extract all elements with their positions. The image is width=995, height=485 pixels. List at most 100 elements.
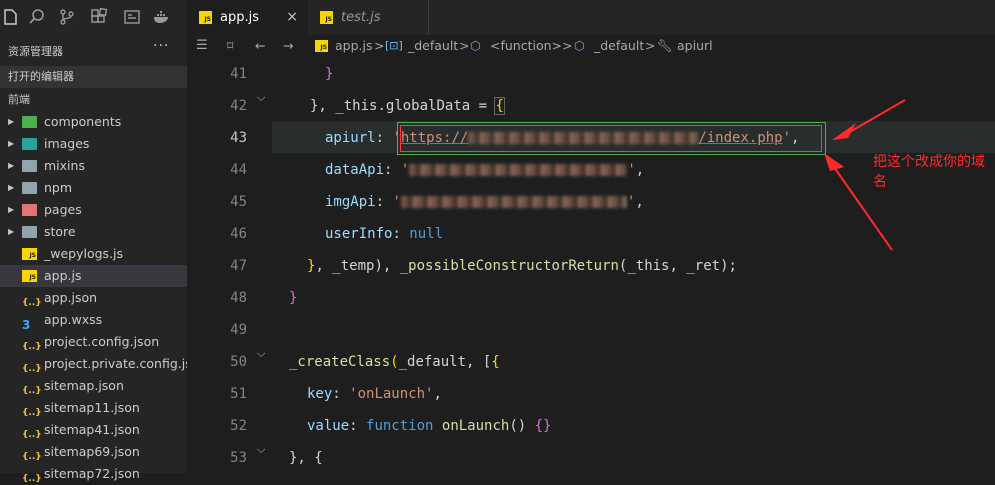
tree-file[interactable]: {..} sitemap11.json bbox=[0, 397, 187, 419]
line-number: 41 bbox=[230, 66, 247, 82]
tree-file[interactable]: {..} sitemap69.json bbox=[0, 441, 187, 463]
tree-folder[interactable]: ▶ components bbox=[0, 111, 187, 133]
tab-bar: JS app.js × JS test.js bbox=[187, 0, 995, 35]
json-file-icon: {..} bbox=[22, 430, 42, 440]
line-number: 44 bbox=[230, 162, 247, 178]
code-line: }, _this.globalData = { bbox=[310, 97, 505, 115]
activity-bar bbox=[0, 0, 187, 35]
tree-item-label: app.js bbox=[44, 268, 82, 283]
source-control-icon[interactable] bbox=[56, 6, 78, 28]
chevron-right-icon[interactable]: ▶ bbox=[8, 199, 14, 221]
code-line: }, { bbox=[289, 450, 323, 466]
breadcrumb-separator: > bbox=[459, 38, 470, 53]
line-number: 43 bbox=[230, 130, 247, 146]
tree-file[interactable]: 3 app.wxss bbox=[0, 309, 187, 331]
css-file-icon: 3 bbox=[22, 318, 31, 331]
tab-app-js[interactable]: JS app.js × bbox=[187, 0, 308, 35]
line-number: 48 bbox=[230, 290, 247, 306]
variable-icon: [⊡] bbox=[385, 39, 403, 52]
tab-test-js[interactable]: JS test.js bbox=[308, 0, 428, 35]
tree-item-label: mixins bbox=[44, 158, 85, 173]
tree-item-label: sitemap.json bbox=[44, 378, 124, 393]
code-line: imgApi: ' ', bbox=[325, 194, 644, 210]
docker-icon[interactable] bbox=[151, 6, 173, 28]
breadcrumb-item[interactable]: _default bbox=[594, 35, 644, 57]
line-number: 47 bbox=[230, 258, 247, 274]
explorer-more-button[interactable]: ··· bbox=[153, 38, 169, 54]
folder-icon bbox=[22, 160, 37, 172]
breadcrumb-item[interactable]: apiurl bbox=[677, 35, 713, 57]
files-icon[interactable] bbox=[0, 6, 22, 28]
tree-item-label: project.config.json bbox=[44, 334, 160, 349]
breadcrumb-item[interactable]: app.js bbox=[335, 35, 373, 57]
chevron-right-icon[interactable]: ▶ bbox=[8, 221, 14, 243]
tree-item-label: npm bbox=[44, 180, 73, 195]
chevron-right-icon[interactable]: ▶ bbox=[8, 133, 14, 155]
tree-file[interactable]: {..} app.json bbox=[0, 287, 187, 309]
line-number: 45 bbox=[230, 194, 247, 210]
search-icon[interactable] bbox=[26, 6, 48, 28]
highlight-box-red bbox=[400, 125, 822, 152]
tree-item-label: sitemap72.json bbox=[44, 466, 140, 481]
line-number: 42 bbox=[230, 98, 247, 114]
tree-item-label: components bbox=[44, 114, 122, 129]
tree-file[interactable]: JS app.js bbox=[0, 265, 187, 287]
folder-images-icon bbox=[22, 138, 37, 150]
json-file-icon: {..} bbox=[22, 408, 42, 418]
fold-chevron-icon[interactable]: ⌵ bbox=[257, 347, 265, 361]
tree-folder[interactable]: ▶ npm bbox=[0, 177, 187, 199]
tree-item-label: _wepylogs.js bbox=[44, 246, 124, 261]
tree-folder[interactable]: ▶ pages bbox=[0, 199, 187, 221]
explorer-sidebar: 打开的编辑器 前端 ▶ components ▶ images ▶ mixins ▶ npm ▶… bbox=[0, 64, 187, 484]
tree-file[interactable]: {..} sitemap72.json bbox=[0, 463, 187, 485]
remote-icon[interactable] bbox=[121, 6, 143, 28]
extensions-icon[interactable] bbox=[88, 6, 110, 28]
tab-divider bbox=[428, 0, 429, 35]
chevron-right-icon[interactable]: ▶ bbox=[8, 177, 14, 199]
tree-file[interactable]: {..} project.config.json bbox=[0, 331, 187, 353]
code-line: } bbox=[289, 290, 298, 306]
wrench-icon: 🔧︎ bbox=[657, 38, 673, 53]
tree-item-label: sitemap41.json bbox=[44, 422, 140, 437]
fold-chevron-icon[interactable]: ⌵ bbox=[257, 443, 265, 457]
tree-folder[interactable]: ▶ images bbox=[0, 133, 187, 155]
tree-item-label: app.wxss bbox=[44, 312, 103, 327]
breadcrumb-item[interactable]: _default bbox=[408, 35, 458, 57]
folder-green-icon bbox=[22, 116, 37, 128]
tab-label: app.js bbox=[220, 10, 259, 25]
breadcrumb-separator: > bbox=[562, 38, 573, 53]
tree-file[interactable]: {..} sitemap41.json bbox=[0, 419, 187, 441]
tree-folder[interactable]: ▶ store bbox=[0, 221, 187, 243]
breadcrumb-separator: > bbox=[374, 38, 385, 53]
tree-item-label: app.json bbox=[44, 290, 98, 305]
tree-file[interactable]: JS _wepylogs.js bbox=[0, 243, 187, 265]
js-file-icon: JS bbox=[315, 40, 328, 52]
tree-item-label: sitemap11.json bbox=[44, 400, 140, 415]
tab-label: test.js bbox=[341, 10, 381, 25]
code-line: }, _temp), _possibleConstructorReturn(_t… bbox=[307, 258, 737, 274]
json-file-icon: {..} bbox=[22, 474, 42, 484]
tree-folder[interactable]: ▶ mixins bbox=[0, 155, 187, 177]
breadcrumb-item[interactable]: <function> bbox=[490, 35, 562, 57]
tree-file[interactable]: {..}project.private.config.js... bbox=[0, 353, 187, 375]
code-line: _createClass(_default, [{ bbox=[289, 354, 500, 370]
json-file-icon: {..} bbox=[22, 452, 42, 462]
forward-arrow-icon[interactable]: → bbox=[283, 35, 293, 57]
breadcrumb-separator: > bbox=[645, 38, 656, 53]
close-icon[interactable]: × bbox=[286, 0, 298, 35]
line-number: 52 bbox=[230, 418, 247, 434]
chevron-right-icon[interactable]: ▶ bbox=[8, 155, 14, 177]
chevron-right-icon[interactable]: ▶ bbox=[8, 111, 14, 133]
project-section[interactable]: 前端 bbox=[0, 89, 187, 111]
tree-file[interactable]: {..} sitemap.json bbox=[0, 375, 187, 397]
folder-icon bbox=[22, 226, 37, 238]
line-number: 50 bbox=[230, 354, 247, 370]
bookmark-icon[interactable]: ⌑ bbox=[227, 35, 233, 57]
redacted-url bbox=[400, 196, 627, 208]
back-arrow-icon[interactable]: ← bbox=[255, 35, 265, 57]
line-number: 46 bbox=[230, 226, 247, 242]
open-editors-section[interactable]: 打开的编辑器 bbox=[0, 66, 187, 88]
list-icon[interactable]: ☰ bbox=[196, 35, 208, 57]
fold-chevron-icon[interactable]: ⌵ bbox=[257, 91, 265, 105]
js-file-icon: JS bbox=[22, 270, 37, 282]
